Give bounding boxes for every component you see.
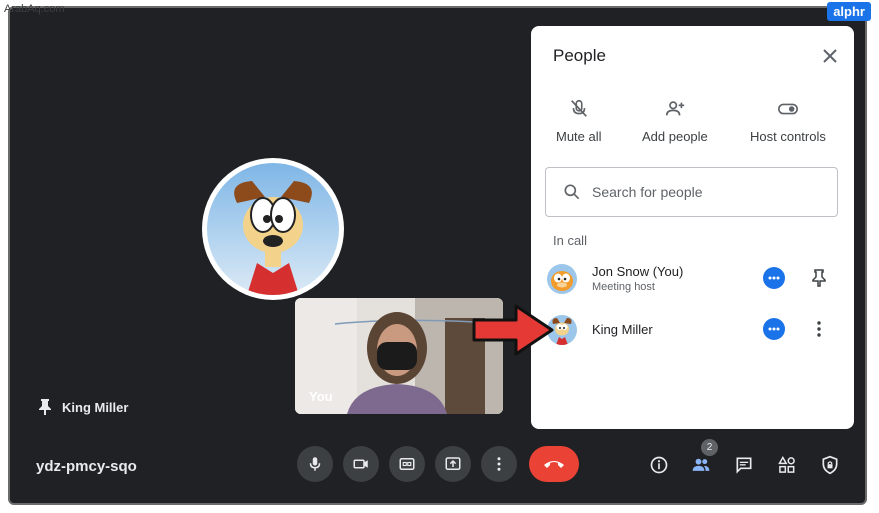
present-screen-button[interactable] <box>435 446 471 482</box>
in-call-section-label: In call <box>553 233 587 248</box>
meeting-code: ydz-pmcy-sqo <box>36 458 137 475</box>
meet-window: You King Miller ydz-pmcy-sqo 2 People Mu… <box>8 6 867 505</box>
pinned-participant-label: King Miller <box>38 398 128 416</box>
activities-button[interactable] <box>775 453 799 477</box>
screenshot-frame: ArabAq.com alphr You King Miller ydz-pmc… <box>0 0 879 513</box>
main-participant-avatar <box>202 158 344 300</box>
pin-outline-icon <box>812 269 826 287</box>
panel-title: People <box>553 46 606 65</box>
host-safety-button[interactable] <box>818 453 842 477</box>
red-arrow-annotation <box>472 304 554 356</box>
participant-options-button[interactable] <box>763 318 785 340</box>
add-people-label: Add people <box>642 129 708 144</box>
participant-role: Meeting host <box>592 281 655 293</box>
add-person-icon <box>665 101 685 116</box>
pinned-participant-name: King Miller <box>62 399 129 415</box>
chat-icon <box>736 457 752 474</box>
more-vertical-icon <box>817 321 821 337</box>
hang-up-icon <box>544 461 564 468</box>
host-controls-label: Host controls <box>750 129 826 144</box>
participant-menu-button[interactable] <box>807 317 831 341</box>
toggle-icon <box>777 103 798 115</box>
shield-lock-icon <box>822 455 838 475</box>
participant-options-button[interactable] <box>763 267 785 289</box>
more-horizontal-icon <box>768 327 780 331</box>
meeting-info-button[interactable] <box>647 453 671 477</box>
people-button[interactable] <box>689 453 713 477</box>
mute-all-label: Mute all <box>556 129 602 144</box>
garfield-avatar-image <box>547 264 577 294</box>
self-label: You <box>309 389 333 404</box>
search-people-input[interactable] <box>592 184 812 200</box>
more-options-button[interactable] <box>481 446 517 482</box>
search-box <box>545 167 838 217</box>
microphone-button[interactable] <box>297 446 333 482</box>
end-call-button[interactable] <box>529 446 579 482</box>
search-icon <box>564 184 580 200</box>
mic-off-icon <box>570 99 587 117</box>
mute-all-button[interactable]: Mute all <box>556 98 602 144</box>
present-screen-icon <box>445 457 461 470</box>
people-icon <box>692 458 710 471</box>
odie-avatar-image <box>207 163 339 295</box>
watermark-text: ArabAq.com <box>4 3 65 15</box>
closed-captions-icon <box>399 458 415 470</box>
camera-icon <box>353 459 368 469</box>
host-controls-button[interactable]: Host controls <box>750 98 826 144</box>
alphr-logo: alphr <box>827 2 871 21</box>
add-people-button[interactable]: Add people <box>642 98 708 144</box>
activities-icon <box>778 455 795 473</box>
people-count-badge: 2 <box>701 439 718 456</box>
chat-button[interactable] <box>732 453 756 477</box>
pin-participant-button[interactable] <box>807 266 831 290</box>
more-horizontal-icon <box>768 276 780 280</box>
avatar <box>547 264 577 294</box>
participant-row[interactable]: Jon Snow (You) Meeting host <box>547 260 842 300</box>
people-panel: People Mute all Add people Host controls… <box>531 26 854 429</box>
participant-name: King Miller <box>592 322 653 337</box>
participant-name: Jon Snow (You) <box>592 264 684 279</box>
participant-row[interactable]: King Miller <box>547 311 842 351</box>
info-icon <box>650 456 668 474</box>
pin-icon <box>39 399 51 415</box>
close-icon <box>823 49 837 63</box>
microphone-icon <box>309 457 321 471</box>
more-vertical-icon <box>497 457 501 471</box>
camera-button[interactable] <box>343 446 379 482</box>
captions-button[interactable] <box>389 446 425 482</box>
close-panel-button[interactable] <box>818 44 842 68</box>
